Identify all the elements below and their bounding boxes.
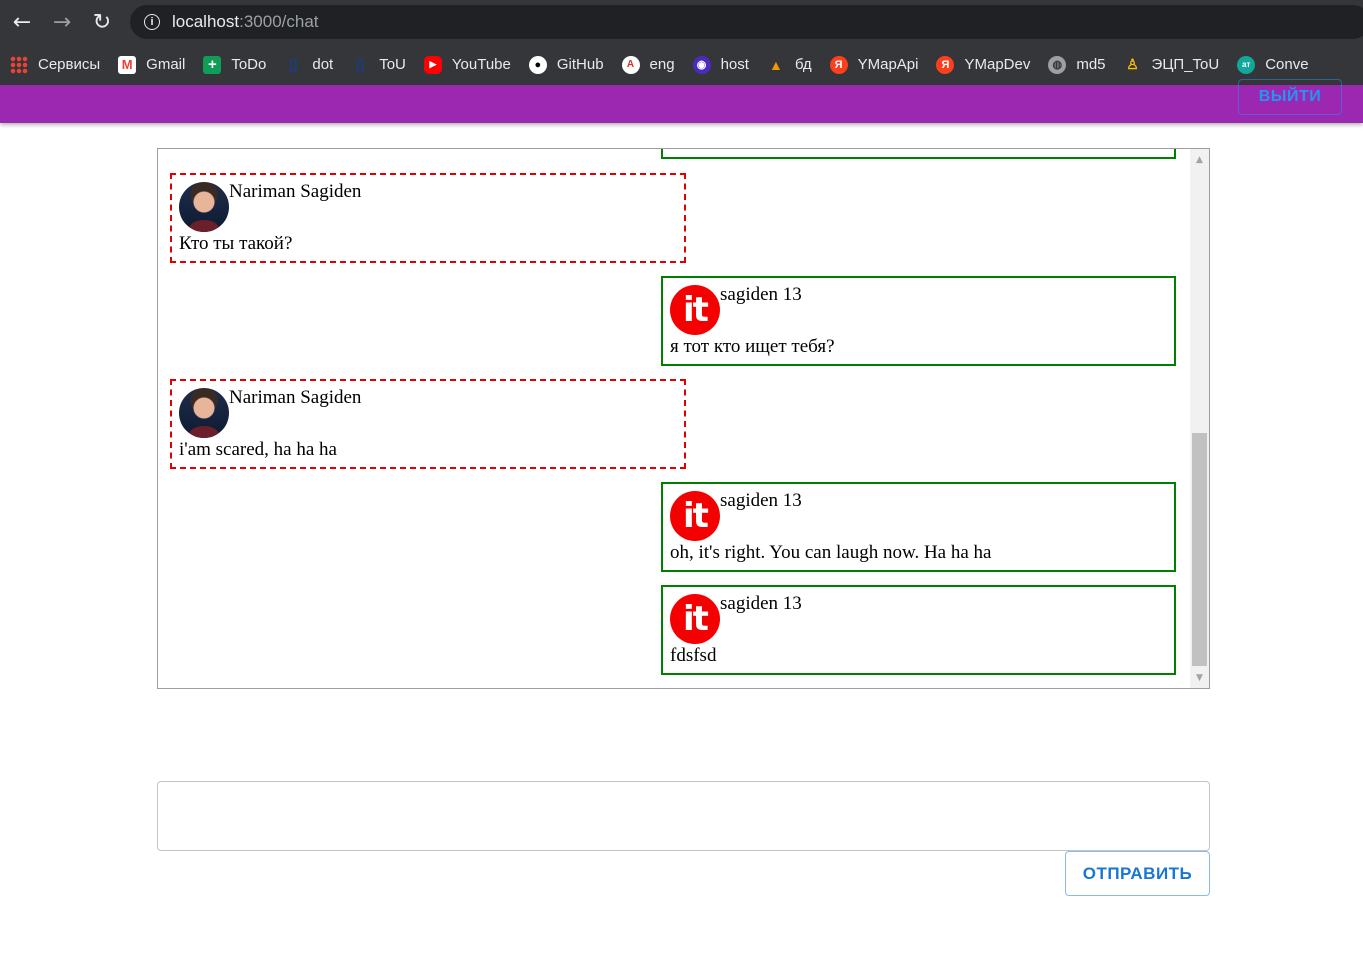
tou-icon: ▯	[355, 56, 365, 74]
bookmark-md5[interactable]: ◍ md5	[1038, 51, 1113, 79]
bookmark-ymapdev[interactable]: Я YMapDev	[926, 51, 1038, 79]
bookmark-eng[interactable]: Aeng	[612, 51, 683, 79]
convert-icon: aт	[1237, 55, 1256, 74]
app-header: ВЫЙТИ	[0, 79, 1363, 123]
address-bar[interactable]: i localhost:3000/chat	[130, 5, 1363, 39]
message-text: oh, it's right. You can laugh now. Ha ha…	[670, 542, 992, 563]
translate-icon: A	[621, 55, 640, 74]
message-author: sagiden 13	[720, 490, 802, 511]
user-avatar	[179, 182, 229, 232]
send-button[interactable]: ОТПРАВИТЬ	[1065, 851, 1210, 896]
apps-icon	[10, 55, 28, 74]
back-arrow-icon[interactable]: ←	[2, 0, 42, 44]
message-author: sagiden 13	[720, 284, 802, 305]
todo-icon: +	[203, 55, 222, 74]
message-card-partial	[661, 149, 1176, 159]
logout-button[interactable]: ВЫЙТИ	[1238, 79, 1342, 115]
dot-icon: ▯	[288, 56, 298, 74]
github-icon: ●	[528, 55, 547, 74]
scroll-down-arrow-icon[interactable]: ▼	[1190, 669, 1209, 686]
bookmark-github[interactable]: ● GitHub	[519, 51, 612, 79]
message-text: я тот кто ищет тебя?	[670, 336, 835, 357]
message-card: Nariman Sagiden i'am scared, ha ha ha	[170, 379, 686, 469]
bookmark-gmail[interactable]: M Gmail	[108, 51, 193, 79]
rocket-icon: ♙	[1126, 56, 1139, 72]
yandex-icon: Я	[829, 55, 848, 74]
message-card: it sagiden 13 я тот кто ищет тебя?	[661, 276, 1176, 366]
bookmark-tou[interactable]: ▯ ToU	[341, 51, 414, 79]
forward-arrow-icon[interactable]: →	[42, 0, 82, 44]
message-author: sagiden 13	[720, 593, 802, 614]
globe-icon: ◍	[1048, 55, 1067, 74]
message-card: Nariman Sagiden Кто ты такой?	[170, 173, 686, 263]
message-card: it sagiden 13 oh, it's right. You can la…	[661, 482, 1176, 572]
bookmark-ecp-tou[interactable]: ♙ ЭЦП_ToU	[1114, 51, 1228, 79]
youtube-icon: ▶	[423, 55, 442, 74]
message-input[interactable]	[157, 781, 1210, 851]
scrollbar-thumb[interactable]	[1192, 433, 1207, 666]
yandex-icon: Я	[936, 55, 955, 74]
message-author: Nariman Sagiden	[229, 181, 362, 202]
chat-messages-panel[interactable]: Nariman Sagiden Кто ты такой? it sagiden…	[157, 148, 1210, 689]
browser-toolbar: ← → ↻ i localhost:3000/chat	[0, 0, 1363, 44]
bookmark-dot[interactable]: ▯ dot	[274, 51, 341, 79]
site-info-icon[interactable]: i	[144, 14, 160, 30]
user-avatar: it	[670, 594, 720, 644]
message-text: Кто ты такой?	[179, 233, 293, 254]
url-text: localhost:3000/chat	[172, 12, 319, 31]
scrollbar[interactable]: ▲ ▼	[1190, 149, 1209, 688]
scroll-up-arrow-icon[interactable]: ▲	[1190, 151, 1209, 168]
bookmark-ymapapi[interactable]: Я YMapApi	[820, 51, 927, 79]
message-card: it sagiden 13 fdsfsd	[661, 585, 1176, 675]
user-avatar	[179, 388, 229, 438]
bookmark-convert[interactable]: aт Conve	[1227, 51, 1316, 79]
message-author: Nariman Sagiden	[229, 387, 362, 408]
message-text: fdsfsd	[670, 645, 717, 666]
bookmark-services[interactable]: Сервисы	[0, 51, 108, 79]
bookmark-bd[interactable]: ▲ бд	[757, 51, 820, 79]
gmail-icon: M	[118, 55, 137, 74]
user-avatar: it	[670, 285, 720, 335]
bookmark-todo[interactable]: + ToDo	[193, 51, 274, 79]
user-avatar: it	[670, 491, 720, 541]
bookmark-host[interactable]: ◉ host	[683, 51, 757, 79]
bookmarks-bar: Сервисы M Gmail + ToDo ▯ dot ▯ ToU ▶ YouTube …	[0, 44, 1363, 85]
bookmark-youtube[interactable]: ▶ YouTube	[414, 51, 519, 79]
reload-icon[interactable]: ↻	[82, 0, 122, 44]
host-icon: ◉	[692, 55, 711, 74]
database-icon: ▲	[769, 56, 783, 73]
message-text: i'am scared, ha ha ha	[179, 439, 337, 460]
